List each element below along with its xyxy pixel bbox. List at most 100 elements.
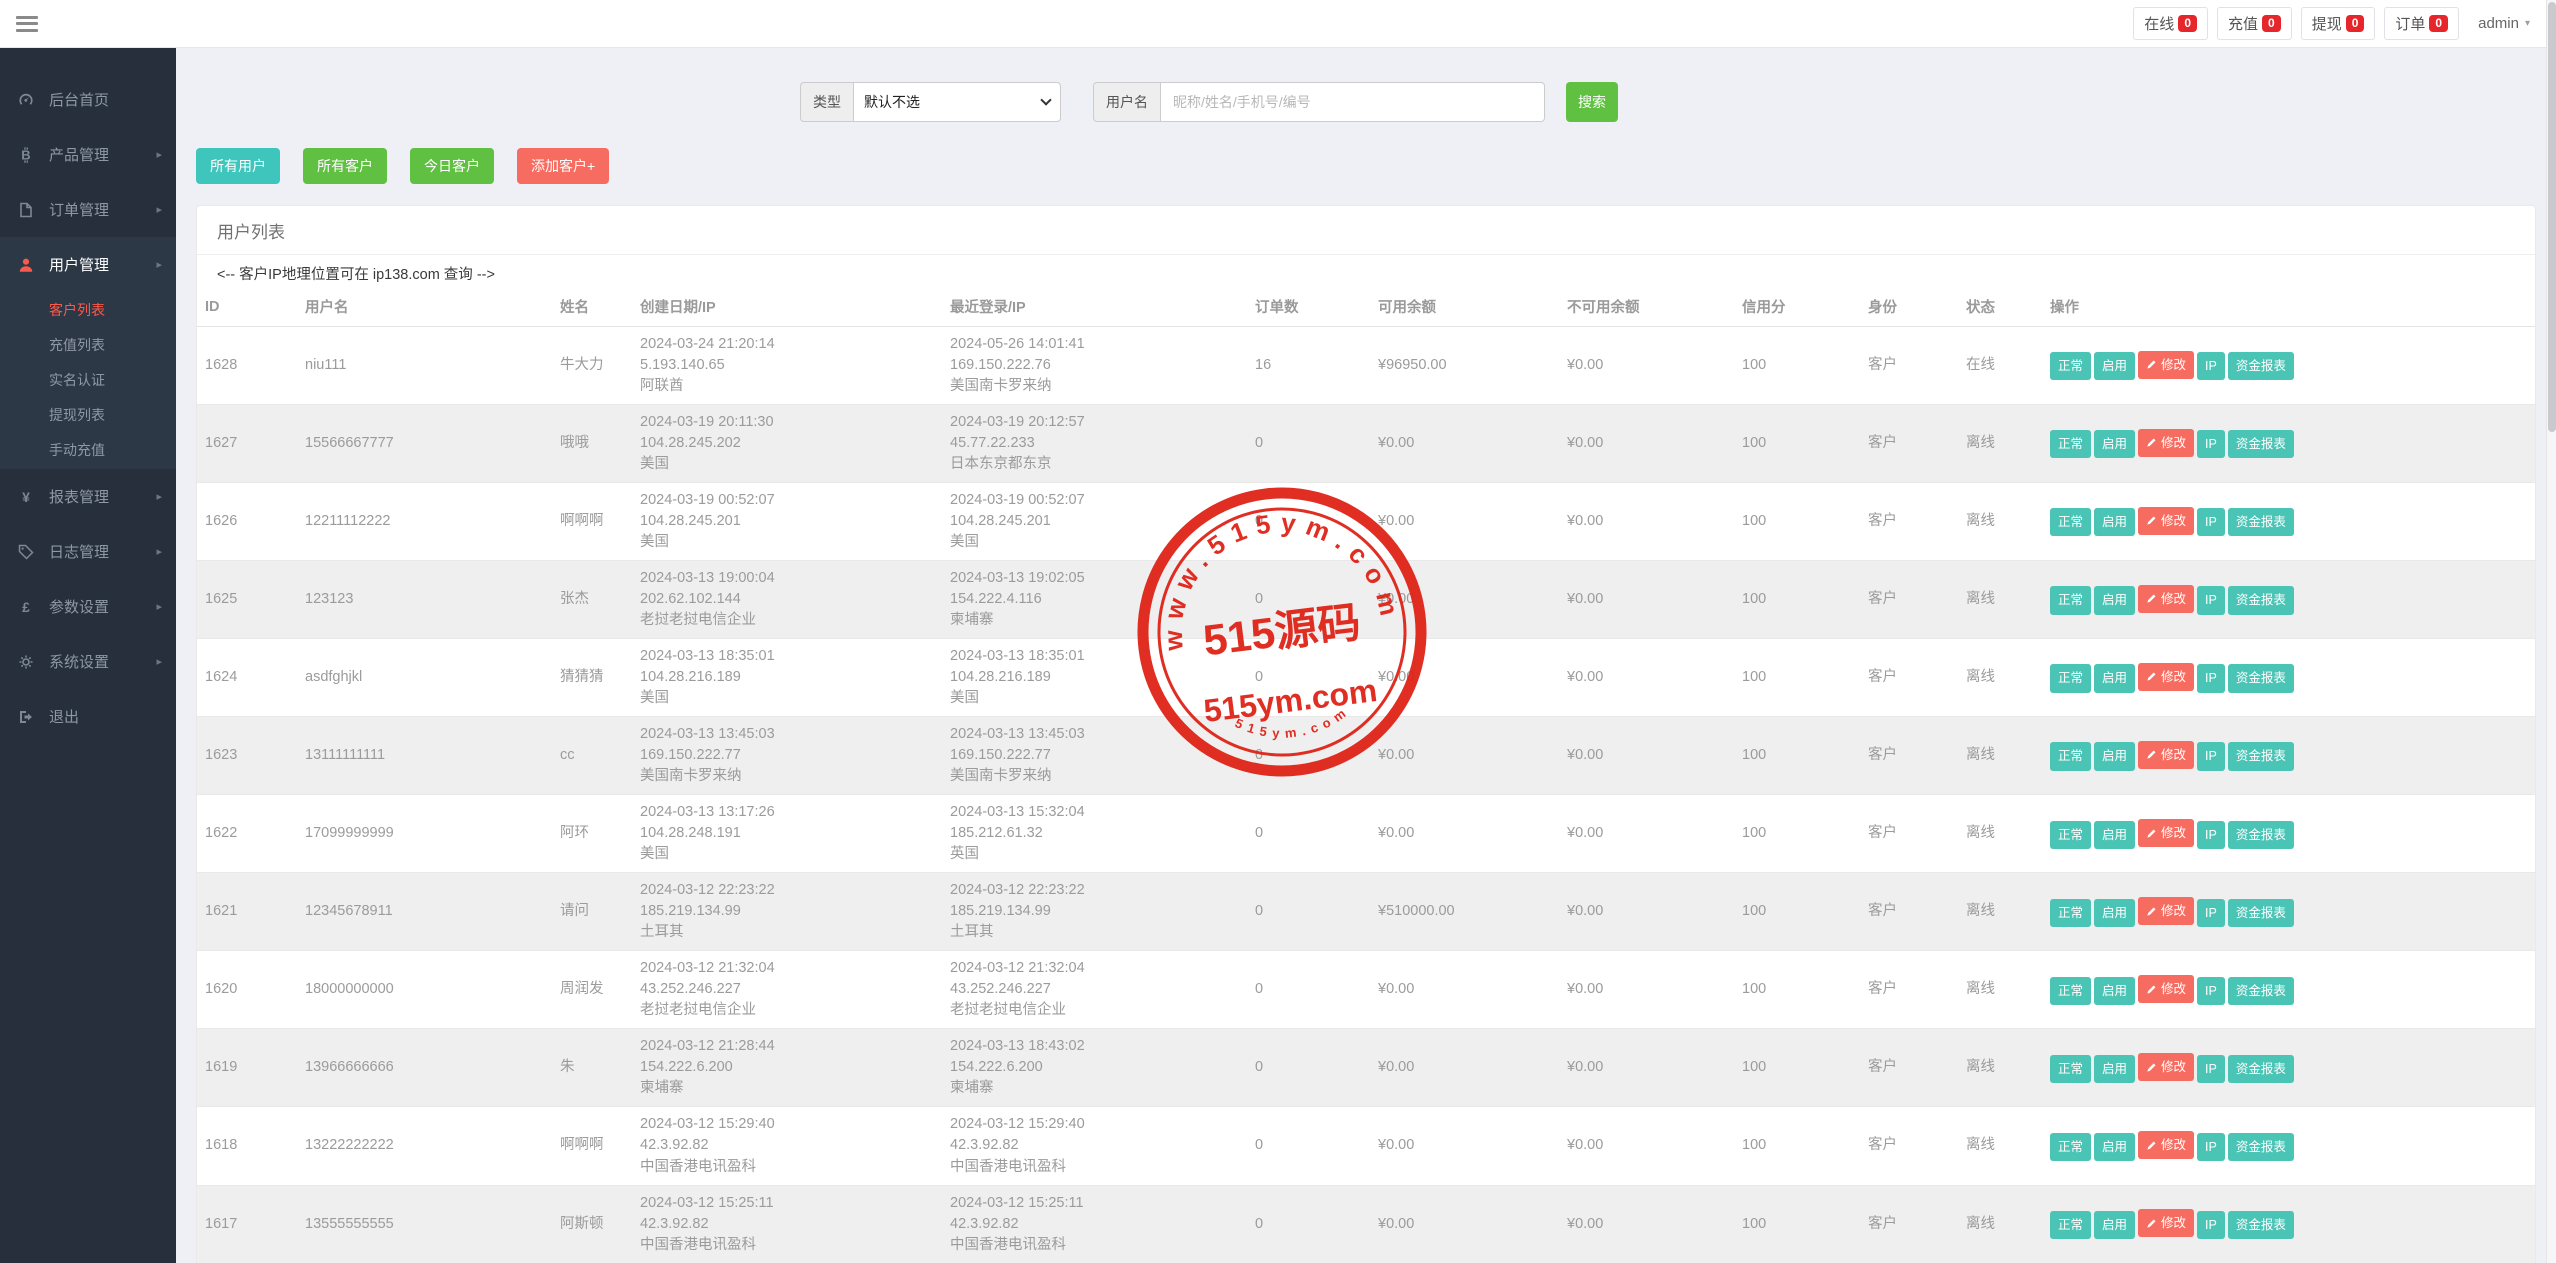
- chevron-right-icon: ▸: [156, 545, 162, 558]
- funds-report-button[interactable]: 资金报表: [2228, 821, 2294, 849]
- status-normal-button[interactable]: 正常: [2050, 1133, 2091, 1161]
- date-line: 2024-03-13 18:43:02: [950, 1036, 1239, 1057]
- cell-name: 阿斯顿: [552, 1185, 632, 1263]
- status-normal-button[interactable]: 正常: [2050, 899, 2091, 927]
- enable-button[interactable]: 启用: [2094, 664, 2135, 692]
- edit-button[interactable]: 修改: [2138, 585, 2194, 613]
- recharge-stat[interactable]: 充值0: [2217, 7, 2292, 40]
- sidebar-item-withdraw-list[interactable]: 提现列表: [0, 397, 176, 432]
- edit-button[interactable]: 修改: [2138, 1131, 2194, 1159]
- edit-button[interactable]: 修改: [2138, 507, 2194, 535]
- enable-button[interactable]: 启用: [2094, 430, 2135, 458]
- edit-button[interactable]: 修改: [2138, 429, 2194, 457]
- cell-last-login: 2024-03-12 22:23:22185.219.134.99土耳其: [942, 873, 1247, 951]
- status-normal-button[interactable]: 正常: [2050, 742, 2091, 770]
- today-customers-button[interactable]: 今日客户: [410, 148, 494, 184]
- enable-button[interactable]: 启用: [2094, 742, 2135, 770]
- enable-button[interactable]: 启用: [2094, 899, 2135, 927]
- ip-button[interactable]: IP: [2197, 586, 2225, 614]
- vertical-scrollbar[interactable]: [2546, 0, 2556, 1263]
- enable-button[interactable]: 启用: [2094, 352, 2135, 380]
- edit-button[interactable]: 修改: [2138, 975, 2194, 1003]
- online-stat[interactable]: 在线0: [2133, 7, 2208, 40]
- enable-button[interactable]: 启用: [2094, 821, 2135, 849]
- funds-report-button[interactable]: 资金报表: [2228, 352, 2294, 380]
- ip-button[interactable]: IP: [2197, 742, 2225, 770]
- add-customer-button[interactable]: 添加客户+: [517, 148, 609, 184]
- funds-report-button[interactable]: 资金报表: [2228, 586, 2294, 614]
- sidebar-item-params[interactable]: £参数设置▸: [0, 579, 176, 634]
- sidebar-item-realname-auth[interactable]: 实名认证: [0, 362, 176, 397]
- funds-report-button[interactable]: 资金报表: [2228, 1211, 2294, 1239]
- status-normal-button[interactable]: 正常: [2050, 430, 2091, 458]
- ip-button[interactable]: IP: [2197, 1055, 2225, 1083]
- ip-button[interactable]: IP: [2197, 352, 2225, 380]
- sidebar-item-customer-list[interactable]: 客户列表: [0, 292, 176, 327]
- edit-button[interactable]: 修改: [2138, 1053, 2194, 1081]
- enable-button[interactable]: 启用: [2094, 1133, 2135, 1161]
- status-normal-button[interactable]: 正常: [2050, 664, 2091, 692]
- sidebar-item-logs[interactable]: 日志管理▸: [0, 524, 176, 579]
- status-normal-button[interactable]: 正常: [2050, 1055, 2091, 1083]
- search-button[interactable]: 搜索: [1566, 82, 1618, 122]
- all-users-button[interactable]: 所有用户: [196, 148, 280, 184]
- funds-report-button[interactable]: 资金报表: [2228, 1055, 2294, 1083]
- enable-button[interactable]: 启用: [2094, 1055, 2135, 1083]
- status-normal-button[interactable]: 正常: [2050, 821, 2091, 849]
- sidebar-item-orders[interactable]: 订单管理▸: [0, 182, 176, 237]
- enable-button[interactable]: 启用: [2094, 508, 2135, 536]
- withdraw-stat[interactable]: 提现0: [2301, 7, 2376, 40]
- sidebar-item-label: 后台首页: [49, 89, 109, 110]
- ip-button[interactable]: IP: [2197, 821, 2225, 849]
- hamburger-menu-icon[interactable]: [16, 16, 38, 32]
- cell-id: 1628: [197, 327, 297, 405]
- funds-report-button[interactable]: 资金报表: [2228, 899, 2294, 927]
- admin-menu[interactable]: admin ▾: [2478, 15, 2530, 32]
- funds-report-button[interactable]: 资金报表: [2228, 742, 2294, 770]
- column-header-11: 操作: [2042, 284, 2536, 327]
- order-stat[interactable]: 订单0: [2384, 7, 2459, 40]
- sidebar-item-dashboard[interactable]: 后台首页: [0, 72, 176, 127]
- edit-button[interactable]: 修改: [2138, 351, 2194, 379]
- all-customers-button[interactable]: 所有客户: [303, 148, 387, 184]
- funds-report-button[interactable]: 资金报表: [2228, 508, 2294, 536]
- funds-report-button[interactable]: 资金报表: [2228, 430, 2294, 458]
- cell-orders: 0: [1247, 717, 1370, 795]
- ip-button[interactable]: IP: [2197, 430, 2225, 458]
- cell-actions: 正常启用修改IP资金报表: [2042, 1107, 2536, 1185]
- funds-report-button[interactable]: 资金报表: [2228, 977, 2294, 1005]
- ip-button[interactable]: IP: [2197, 1211, 2225, 1239]
- enable-button[interactable]: 启用: [2094, 1211, 2135, 1239]
- username-search-input[interactable]: [1160, 82, 1545, 122]
- status-normal-button[interactable]: 正常: [2050, 977, 2091, 1005]
- edit-button[interactable]: 修改: [2138, 897, 2194, 925]
- ip-button[interactable]: IP: [2197, 664, 2225, 692]
- enable-button[interactable]: 启用: [2094, 586, 2135, 614]
- enable-button[interactable]: 启用: [2094, 977, 2135, 1005]
- funds-report-button[interactable]: 资金报表: [2228, 664, 2294, 692]
- sidebar-item-recharge-list[interactable]: 充值列表: [0, 327, 176, 362]
- sidebar-item-users[interactable]: 用户管理▸: [0, 237, 176, 292]
- funds-report-button[interactable]: 资金报表: [2228, 1133, 2294, 1161]
- ip-button[interactable]: IP: [2197, 977, 2225, 1005]
- edit-button[interactable]: 修改: [2138, 1209, 2194, 1237]
- status-normal-button[interactable]: 正常: [2050, 1211, 2091, 1239]
- edit-button[interactable]: 修改: [2138, 663, 2194, 691]
- ip-button[interactable]: IP: [2197, 1133, 2225, 1161]
- edit-button[interactable]: 修改: [2138, 819, 2194, 847]
- sidebar-item-logout[interactable]: 退出: [0, 689, 176, 744]
- sidebar-item-reports[interactable]: ¥报表管理▸: [0, 469, 176, 524]
- ip-button[interactable]: IP: [2197, 899, 2225, 927]
- type-filter-select[interactable]: 默认不选: [853, 82, 1061, 122]
- location-line: 美国: [640, 688, 934, 709]
- svg-text:¥: ¥: [22, 489, 30, 505]
- status-normal-button[interactable]: 正常: [2050, 352, 2091, 380]
- status-normal-button[interactable]: 正常: [2050, 586, 2091, 614]
- edit-button[interactable]: 修改: [2138, 741, 2194, 769]
- sidebar-item-manual-recharge[interactable]: 手动充值: [0, 432, 176, 467]
- sidebar-item-system[interactable]: 系统设置▸: [0, 634, 176, 689]
- ip-button[interactable]: IP: [2197, 508, 2225, 536]
- scrollbar-thumb[interactable]: [2548, 2, 2556, 432]
- sidebar-item-products[interactable]: B产品管理▸: [0, 127, 176, 182]
- status-normal-button[interactable]: 正常: [2050, 508, 2091, 536]
